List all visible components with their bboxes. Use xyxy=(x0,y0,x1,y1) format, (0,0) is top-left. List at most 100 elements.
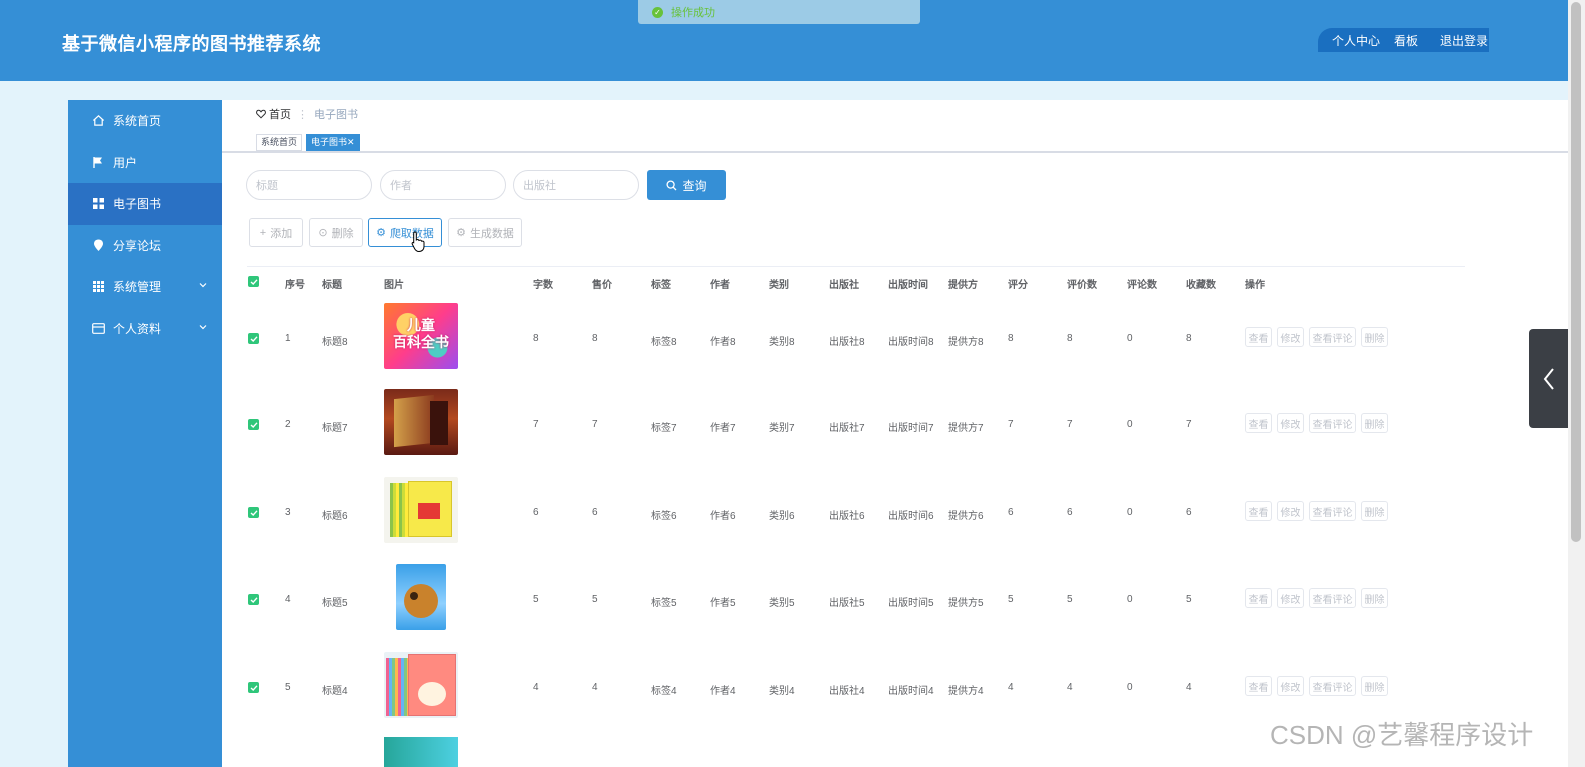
close-icon[interactable]: ✕ xyxy=(347,137,355,147)
edit-button[interactable]: 修改 xyxy=(1277,501,1304,521)
view-button[interactable]: 查看 xyxy=(1245,501,1272,521)
sidebar-item-users[interactable]: 用户 xyxy=(68,142,222,184)
edit-button[interactable]: 修改 xyxy=(1277,413,1304,433)
header-reviews[interactable]: 评价数 xyxy=(1067,276,1097,291)
flag-icon xyxy=(91,155,105,169)
sidebar-item-home[interactable]: 系统首页 xyxy=(68,100,222,142)
row-checkbox[interactable] xyxy=(248,507,259,518)
row-checkbox[interactable] xyxy=(248,594,259,605)
view-button[interactable]: 查看 xyxy=(1245,327,1272,347)
cell-price: 5 xyxy=(592,594,598,605)
delete-button[interactable]: 删除 xyxy=(1361,413,1388,433)
cell-no: 3 xyxy=(285,507,291,518)
author-search-input[interactable]: 作者 xyxy=(380,170,506,200)
cell-provider: 提供方8 xyxy=(948,337,984,348)
view-comments-button[interactable]: 查看评论 xyxy=(1309,588,1356,608)
edit-button[interactable]: 修改 xyxy=(1277,676,1304,696)
cell-reviews: 8 xyxy=(1067,333,1073,344)
cell-price: 8 xyxy=(592,333,598,344)
header-title[interactable]: 标题 xyxy=(322,276,342,291)
delete-button[interactable]: ⊙ 删除 xyxy=(309,218,363,247)
page-scrollbar[interactable] xyxy=(1568,0,1585,767)
cell-score: 7 xyxy=(1008,419,1014,430)
breadcrumb-home[interactable]: 首页 xyxy=(269,106,291,122)
header-words[interactable]: 字数 xyxy=(533,276,553,291)
sidebar-item-label: 个人资料 xyxy=(113,321,162,336)
crawl-data-button[interactable]: ⚙ 爬取数据 xyxy=(368,218,442,247)
view-button[interactable]: 查看 xyxy=(1245,676,1272,696)
header-no[interactable]: 序号 xyxy=(285,276,305,291)
view-comments-button[interactable]: 查看评论 xyxy=(1309,413,1356,433)
search-button-label: 查询 xyxy=(682,178,707,193)
cell-comments: 0 xyxy=(1127,507,1133,518)
header-favorites[interactable]: 收藏数 xyxy=(1186,276,1216,291)
header-author[interactable]: 作者 xyxy=(710,276,730,291)
grid-icon xyxy=(91,197,105,211)
side-panel-toggle[interactable] xyxy=(1529,329,1568,428)
row-checkbox[interactable] xyxy=(248,333,259,344)
cell-words: 6 xyxy=(533,507,539,518)
cell-pubtime: 出版时间7 xyxy=(888,423,934,434)
header-image[interactable]: 图片 xyxy=(384,276,404,291)
cell-words: 5 xyxy=(533,594,539,605)
dashboard-link[interactable]: 看板 xyxy=(1394,32,1418,49)
tab-system-home[interactable]: 系统首页 xyxy=(256,134,303,151)
sidebar-item-system[interactable]: 系统管理 xyxy=(68,266,222,308)
cell-category: 类别8 xyxy=(769,337,795,348)
cell-price: 7 xyxy=(592,419,598,430)
delete-button[interactable]: 删除 xyxy=(1361,588,1388,608)
sidebar-item-forum[interactable]: 分享论坛 xyxy=(68,225,222,267)
cell-reviews: 6 xyxy=(1067,507,1073,518)
header-category[interactable]: 类别 xyxy=(769,276,789,291)
cell-price: 4 xyxy=(592,682,598,693)
cell-reviews: 4 xyxy=(1067,682,1073,693)
header-provider[interactable]: 提供方 xyxy=(948,276,978,291)
sidebar-item-ebooks[interactable]: 电子图书 xyxy=(68,183,222,225)
view-comments-button[interactable]: 查看评论 xyxy=(1309,327,1356,347)
add-button[interactable]: + 添加 xyxy=(249,218,303,247)
generate-data-button[interactable]: ⚙ 生成数据 xyxy=(448,218,522,247)
publisher-search-input[interactable]: 出版社 xyxy=(513,170,639,200)
header-price[interactable]: 售价 xyxy=(592,276,612,291)
cell-author: 作者5 xyxy=(710,598,736,609)
header-publisher[interactable]: 出版社 xyxy=(829,276,859,291)
row-checkbox[interactable] xyxy=(248,419,259,430)
tab-ebooks[interactable]: 电子图书✕ xyxy=(306,134,360,151)
cell-words: 4 xyxy=(533,682,539,693)
search-button[interactable]: 查询 xyxy=(647,170,726,200)
tags-view: 系统首页 电子图书✕ xyxy=(256,134,360,151)
view-comments-button[interactable]: 查看评论 xyxy=(1309,501,1356,521)
select-all-checkbox[interactable] xyxy=(248,276,259,287)
cell-provider: 提供方6 xyxy=(948,511,984,522)
delete-button[interactable]: 删除 xyxy=(1361,501,1388,521)
cell-publisher: 出版社4 xyxy=(829,686,865,697)
cell-no: 4 xyxy=(285,594,291,605)
row-checkbox[interactable] xyxy=(248,682,259,693)
edit-button[interactable]: 修改 xyxy=(1277,588,1304,608)
logout-link[interactable]: 退出登录 xyxy=(1440,32,1488,49)
delete-button[interactable]: 删除 xyxy=(1361,676,1388,696)
cell-publisher: 出版社7 xyxy=(829,423,865,434)
header-tag[interactable]: 标签 xyxy=(651,276,671,291)
profile-center-link[interactable]: 个人中心 xyxy=(1332,32,1380,49)
cell-tag: 标签5 xyxy=(651,598,677,609)
cover-text: 儿童 百科全书 xyxy=(393,317,449,350)
plus-icon: + xyxy=(259,226,267,239)
header-pubtime[interactable]: 出版时间 xyxy=(888,276,928,291)
view-comments-button[interactable]: 查看评论 xyxy=(1309,676,1356,696)
scrollbar-thumb[interactable] xyxy=(1571,2,1581,542)
cell-no: 2 xyxy=(285,419,291,430)
view-button[interactable]: 查看 xyxy=(1245,413,1272,433)
title-search-input[interactable]: 标题 xyxy=(246,170,372,200)
header-comments[interactable]: 评论数 xyxy=(1127,276,1157,291)
gear-icon: ⚙ xyxy=(376,227,386,239)
cell-author: 作者4 xyxy=(710,686,736,697)
cell-category: 类别7 xyxy=(769,423,795,434)
sidebar-item-profile[interactable]: 个人资料 xyxy=(68,308,222,350)
header-score[interactable]: 评分 xyxy=(1008,276,1028,291)
circle-x-icon: ⊙ xyxy=(318,227,328,239)
edit-button[interactable]: 修改 xyxy=(1277,327,1304,347)
delete-button[interactable]: 删除 xyxy=(1361,327,1388,347)
cell-author: 作者8 xyxy=(710,337,736,348)
view-button[interactable]: 查看 xyxy=(1245,588,1272,608)
